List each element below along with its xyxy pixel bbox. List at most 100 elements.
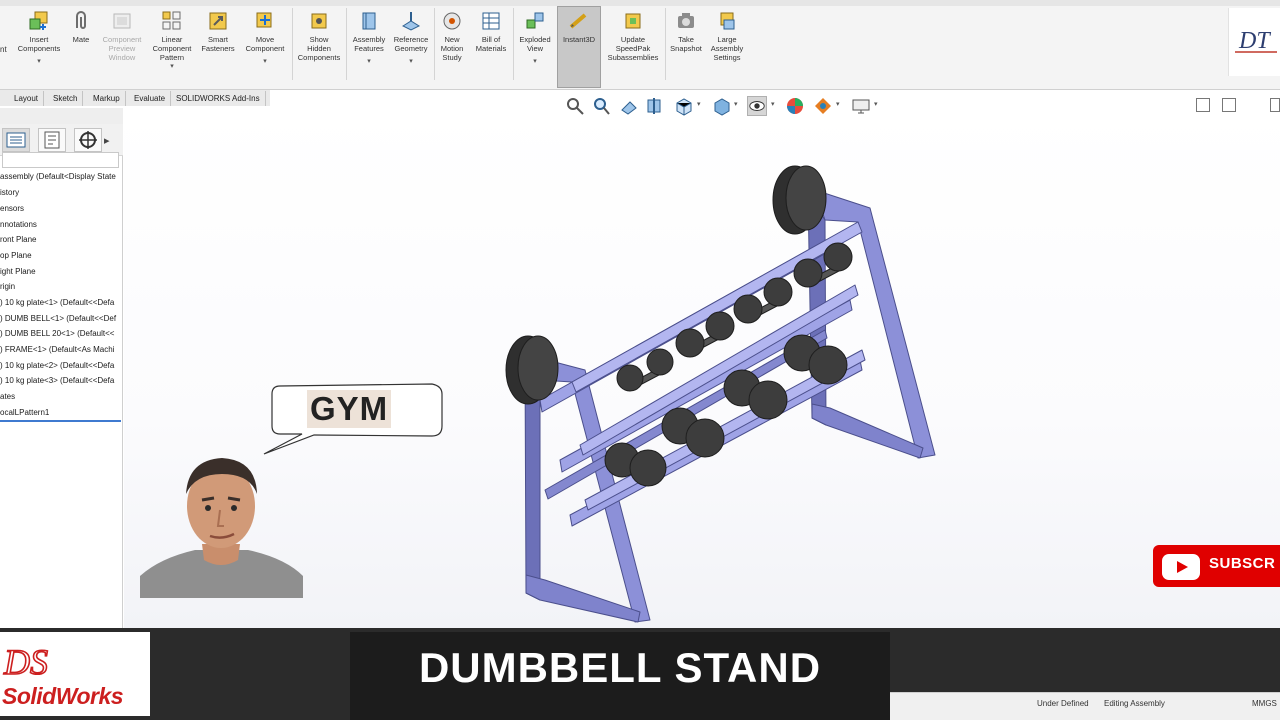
restore-pane-icon[interactable] — [1196, 98, 1210, 112]
bill-of-materials-button[interactable]: Bill of Materials — [472, 10, 510, 53]
insert-components-button[interactable]: Insert Components ▾ — [14, 10, 64, 66]
feature-manager-tab[interactable] — [2, 128, 30, 152]
chevron-down-icon[interactable]: ▾ — [771, 100, 775, 108]
tree-item-component[interactable]: ) 10 kg plate<2> (Default<<Defa — [0, 361, 122, 370]
new-motion-study-button[interactable]: New Motion Study — [436, 10, 468, 62]
subscribe-label: SUBSCR — [1209, 555, 1276, 572]
linear-pattern-icon — [162, 11, 181, 30]
reference-geometry-button[interactable]: Reference Geometry ▾ — [391, 10, 431, 66]
smart-fasteners-label: Smart Fasteners — [201, 35, 235, 53]
assembly-features-button[interactable]: Assembly Features ▾ — [349, 10, 389, 66]
chevron-down-icon[interactable]: ▾ — [391, 57, 431, 66]
tab-sketch[interactable]: Sketch — [48, 91, 84, 106]
show-hidden-icon — [311, 13, 327, 29]
crosshair-icon — [79, 131, 97, 149]
chevron-down-icon[interactable]: ▾ — [515, 57, 555, 66]
ribbon-separator — [434, 8, 435, 80]
zoom-to-area-icon[interactable] — [591, 96, 611, 116]
tree-item-component[interactable]: ) DUMB BELL<1> (Default<<Def — [0, 314, 122, 323]
presenter-avatar — [140, 458, 303, 598]
tree-item-right-plane[interactable]: ight Plane — [0, 267, 122, 276]
show-hidden-components-button[interactable]: Show Hidden Components — [295, 10, 343, 62]
zoom-to-fit-icon[interactable] — [565, 96, 585, 116]
tree-item-origin[interactable]: rigin — [0, 282, 122, 291]
instant3d-label: Instant3D — [562, 35, 596, 44]
configuration-manager-tab[interactable] — [74, 128, 102, 152]
dumbbell-stand-model[interactable] — [490, 160, 950, 630]
instant3d-button[interactable]: Instant3D — [557, 10, 601, 44]
chevron-down-icon[interactable]: ▾ — [14, 57, 64, 66]
ribbon-separator — [346, 8, 347, 80]
tree-item-front-plane[interactable]: ront Plane — [0, 235, 122, 244]
show-hidden-components-label: Show Hidden Components — [297, 35, 341, 62]
tree-item-annotations[interactable]: nnotations — [0, 220, 122, 229]
new-motion-study-label: New Motion Study — [440, 35, 464, 62]
split-pane-icon[interactable] — [1222, 98, 1236, 112]
solidworks-window: nt Insert Components ▾ Mate Component Pr… — [0, 0, 1280, 720]
large-assembly-settings-button[interactable]: Large Assembly Settings — [707, 10, 747, 62]
tree-item-component[interactable]: ) 10 kg plate<1> (Default<<Defa — [0, 298, 122, 307]
display-style-icon[interactable] — [711, 96, 731, 116]
tree-item-component[interactable]: ) 10 kg plate<3> (Default<<Defa — [0, 376, 122, 385]
tree-item-mates[interactable]: ates — [0, 392, 122, 401]
update-speedpak-label: Update SpeedPak Subassemblies — [607, 35, 659, 62]
edit-appearance-icon[interactable] — [785, 96, 805, 116]
status-under-defined: Under Defined — [1037, 699, 1089, 708]
apply-scene-icon[interactable] — [813, 96, 833, 116]
ds-logo-icon: DS — [2, 641, 49, 683]
view-orientation-icon[interactable] — [673, 96, 693, 116]
tree-item-history[interactable]: istory — [0, 188, 122, 197]
chevron-down-icon[interactable]: ▾ — [242, 57, 288, 66]
ds-logo-mark: DS — [3, 642, 48, 682]
chevron-down-icon[interactable]: ▾ — [149, 62, 195, 71]
instant3d-icon — [569, 13, 587, 29]
tree-item-assembly[interactable]: assembly (Default<Display State — [0, 172, 122, 181]
smart-fasteners-button[interactable]: Smart Fasteners — [199, 10, 237, 53]
insert-components-label: Insert Components — [17, 35, 61, 53]
tab-evaluate[interactable]: Evaluate — [129, 91, 172, 106]
tab-solidworks-add-ins[interactable]: SOLIDWORKS Add-Ins — [171, 91, 266, 106]
update-speedpak-button[interactable]: Update SpeedPak Subassemblies — [604, 10, 662, 62]
tab-markup[interactable]: Markup — [88, 91, 126, 106]
exploded-view-button[interactable]: Exploded View ▾ — [515, 10, 555, 66]
component-preview-window-button[interactable]: Component Preview Window — [99, 10, 145, 62]
solidworks-wordmark: SolidWorks — [2, 683, 124, 709]
tree-item-top-plane[interactable]: op Plane — [0, 251, 122, 260]
channel-logo: DT — [1228, 8, 1280, 76]
mate-button[interactable]: Mate — [68, 10, 94, 44]
tree-item-sensors[interactable]: ensors — [0, 204, 122, 213]
tree-item-component[interactable]: ) FRAME<1> (Default<As Machi — [0, 345, 122, 354]
ribbon-left-fragment: nt — [0, 45, 7, 54]
move-component-button[interactable]: Move Component ▾ — [242, 10, 288, 66]
property-manager-icon — [44, 131, 60, 149]
status-units[interactable]: MMGS — [1252, 699, 1277, 708]
take-snapshot-label: Take Snapshot — [670, 35, 702, 53]
hide-show-items-icon[interactable] — [747, 96, 767, 116]
property-manager-tab[interactable] — [38, 128, 66, 152]
section-view-icon[interactable] — [645, 96, 665, 116]
tree-item-component[interactable]: ) DUMB BELL 20<1> (Default<< — [0, 329, 122, 338]
tab-layout[interactable]: Layout — [9, 91, 45, 106]
previous-view-icon[interactable] — [619, 96, 639, 116]
chevron-down-icon[interactable]: ▾ — [349, 57, 389, 66]
preview-window-icon — [113, 13, 131, 29]
ribbon-separator — [513, 8, 514, 80]
chevron-down-icon[interactable]: ▾ — [874, 100, 878, 108]
rollback-bar[interactable] — [0, 420, 121, 422]
tree-item-pattern[interactable]: ocalLPattern1 — [0, 408, 122, 417]
dt-logo-text: DT — [1238, 28, 1271, 54]
linear-component-pattern-button[interactable]: Linear Component Pattern ▾ — [149, 10, 195, 71]
feature-tree-icon — [6, 132, 26, 148]
exploded-view-label: Exploded View — [519, 35, 551, 53]
chevron-down-icon[interactable]: ▾ — [734, 100, 738, 108]
take-snapshot-button[interactable]: Take Snapshot — [667, 10, 705, 53]
move-component-icon — [256, 12, 272, 28]
table-icon — [482, 12, 500, 30]
bill-of-materials-label: Bill of Materials — [475, 35, 507, 53]
chevron-down-icon[interactable]: ▾ — [836, 100, 840, 108]
more-tabs-icon[interactable]: ▸ — [104, 134, 110, 147]
maximize-pane-icon[interactable] — [1270, 98, 1280, 112]
tree-filter-input[interactable] — [2, 152, 119, 168]
chevron-down-icon[interactable]: ▾ — [697, 100, 701, 108]
view-settings-icon[interactable] — [851, 96, 871, 116]
